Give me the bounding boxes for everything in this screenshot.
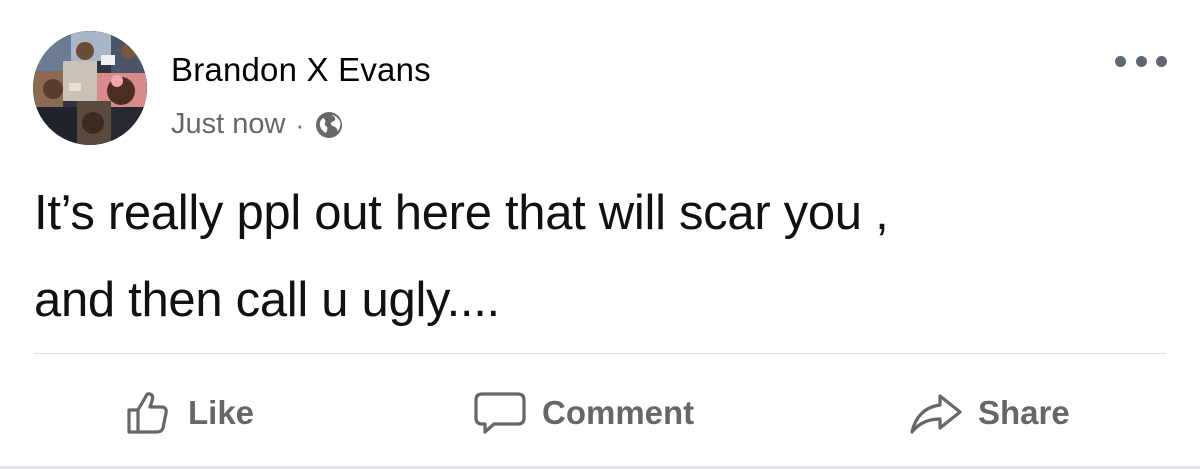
like-button[interactable]: Like	[124, 380, 254, 446]
share-arrow-icon	[910, 394, 962, 434]
share-button[interactable]: Share	[908, 380, 1070, 446]
more-options-button[interactable]	[1115, 52, 1167, 70]
share-label: Share	[978, 394, 1070, 431]
meta-separator: ·	[295, 109, 305, 140]
more-dots-icon	[1135, 55, 1147, 67]
timestamp[interactable]: Just now	[171, 108, 285, 141]
like-label: Like	[188, 394, 255, 431]
action-bar: Like Comment Share	[0, 380, 1200, 446]
globe-icon[interactable]	[314, 110, 344, 140]
more-dots-icon	[1115, 55, 1126, 67]
avatar[interactable]	[33, 31, 147, 145]
comment-bubble-icon	[474, 392, 526, 434]
avatar-collage-image	[33, 31, 147, 145]
thumbs-up-icon	[127, 392, 168, 434]
comment-button[interactable]: Comment	[472, 380, 694, 446]
post-text: It’s really ppl out here that will scar …	[34, 186, 889, 327]
facebook-post: Brandon X Evans Just now · It’s really p…	[0, 0, 1200, 469]
author-name[interactable]: Brandon X Evans	[171, 51, 431, 89]
more-dots-icon	[1156, 55, 1167, 67]
post-meta: Just now ·	[171, 108, 344, 141]
divider	[34, 353, 1166, 354]
comment-label: Comment	[542, 394, 695, 431]
